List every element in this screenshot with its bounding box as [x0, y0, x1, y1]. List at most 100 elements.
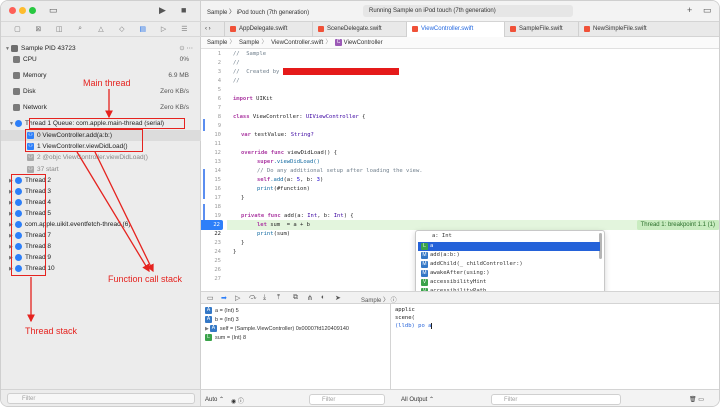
thread-row[interactable]: ▶ Thread 5 [1, 208, 201, 219]
navigator-filter-input[interactable]: Filter [7, 393, 195, 404]
jumpbar-item[interactable]: Sample [239, 40, 259, 46]
disclosure-closed-icon[interactable]: ▶ [9, 264, 15, 275]
debug-breadcrumb[interactable]: Sample 〉 ⓘ [361, 295, 397, 304]
code-text: , b: [300, 177, 317, 183]
view-hierarchy-icon[interactable]: ⧉ [293, 294, 298, 302]
argument-icon: A [209, 325, 217, 333]
project-navigator-icon[interactable]: ▢ [12, 25, 22, 33]
breakpoints-toggle-icon[interactable]: ➡ [221, 294, 227, 302]
step-out-icon[interactable]: ⤒ [277, 294, 280, 302]
tab-label: AppDelegate.swift [239, 26, 288, 32]
gauge-cpu[interactable]: CPU 0% [1, 54, 201, 65]
test-navigator-icon[interactable]: ◇ [117, 25, 127, 33]
tab-appdelegate[interactable]: AppDelegate.swift [225, 22, 313, 37]
tab-viewcontroller[interactable]: ViewController.swift [407, 22, 505, 37]
device-label: iPod touch (7th generation) [236, 10, 310, 16]
variable-row[interactable]: Lsum = (Int) 8 [205, 334, 246, 343]
zoom-window-button[interactable] [29, 7, 36, 14]
scheme-selector[interactable]: Sample 〉 iPod touch (7th generation) [207, 7, 309, 16]
thread-row[interactable]: ▶ Thread 3 [1, 186, 201, 197]
continue-icon[interactable]: ▷ [235, 294, 240, 302]
variables-scope-selector[interactable]: Auto ⌃ [205, 396, 224, 403]
quick-look-icon[interactable]: ◉ ⓘ [231, 396, 244, 405]
stack-frame-row[interactable]: ⚇ 0 ViewController.add(a:b:) [1, 130, 201, 141]
run-icon[interactable]: ▶ [159, 5, 166, 15]
thread-row-main[interactable]: ▼ Thread 1 Queue: com.apple.main-thread (… [1, 118, 201, 129]
argument-icon: A [205, 307, 212, 315]
variable-row[interactable]: ▶ Aself = (Sample.ViewController) 0x00007… [205, 325, 349, 334]
process-row[interactable]: ▼ Sample PID 43723 ⊙ ⋯ [1, 43, 201, 54]
minimize-window-button[interactable] [19, 7, 26, 14]
completion-item[interactable]: Madd(a:b:) [418, 251, 600, 260]
memory-gauge-icon [13, 71, 20, 79]
jumpbar-item[interactable]: Sample [207, 40, 227, 46]
thread-row[interactable]: ▶ Thread 8 [1, 241, 201, 252]
jumpbar-item[interactable]: ViewController.swift [271, 40, 323, 46]
completion-item[interactable]: VaccessibilityHint [418, 278, 600, 287]
variables-filter-input[interactable]: Filter [309, 394, 385, 405]
variable-row[interactable]: Ab = (Int) 3 [205, 316, 239, 325]
split-view-icon[interactable]: ▭ [703, 5, 712, 16]
completion-item[interactable]: La [418, 242, 600, 251]
thread-row[interactable]: ▶ Thread 10 [1, 263, 201, 274]
disclosure-open-icon[interactable]: ▼ [9, 119, 15, 130]
tab-samplefile[interactable]: SampleFile.swift [505, 22, 579, 37]
jumpbar-item[interactable]: ViewController [344, 40, 383, 46]
code-comment: // Created by [233, 69, 280, 75]
memory-graph-icon[interactable]: ⋔ [307, 294, 313, 302]
hide-debug-area-icon[interactable]: ▭ [207, 294, 214, 302]
variable-row[interactable]: Aa = (Int) 5 [205, 307, 239, 316]
tab-newsimplefile[interactable]: NewSimpleFile.swift [579, 22, 719, 37]
swift-file-icon [230, 26, 236, 32]
code-text: sum = a + b [266, 222, 310, 228]
simulate-location-icon[interactable]: ➤ [335, 294, 341, 302]
console-prompt-line[interactable]: (lldb) po a [395, 322, 433, 330]
thread-row[interactable]: ▶ Thread 2 [1, 175, 201, 186]
symbol-navigator-icon[interactable]: ◫ [54, 25, 64, 33]
stack-frame-row[interactable]: ⚇ 37 start [1, 164, 201, 175]
code-text: ViewController: [249, 114, 306, 120]
console-output[interactable]: applic scene( (lldb) po a [391, 304, 719, 389]
step-into-icon[interactable]: ⤓ [263, 294, 266, 302]
close-window-button[interactable] [9, 7, 16, 14]
process-options-icons[interactable]: ⊙ ⋯ [179, 43, 193, 54]
find-navigator-icon[interactable]: ⌕ [75, 25, 85, 33]
debug-navigator-icon[interactable]: ▤ [138, 25, 148, 33]
gauge-network[interactable]: Network Zero KB/s [1, 102, 201, 113]
completion-item[interactable]: MawakeAfter(using:) [418, 269, 600, 278]
add-icon[interactable]: + [687, 5, 692, 15]
source-control-icon[interactable]: ⊠ [33, 25, 43, 33]
variables-view[interactable]: Aa = (Int) 5 Ab = (Int) 3 ▶ Aself = (Samp… [201, 304, 391, 389]
thread-row[interactable]: ▶ com.apple.uikit.eventfetch-thread (6) [1, 219, 201, 230]
stack-frame-row[interactable]: ⚇ 1 ViewController.viewDidLoad() [1, 141, 201, 152]
thread-row[interactable]: ▶ Thread 4 [1, 197, 201, 208]
source-editor[interactable]: 1 2 3 4 5 6 7 8 9 10 11 12 13 14 15 16 1… [201, 49, 719, 313]
line-number-gutter[interactable]: 1 2 3 4 5 6 7 8 9 10 11 12 13 14 15 16 1… [201, 49, 227, 289]
stop-icon[interactable]: ■ [181, 5, 186, 15]
code-text: viewDidLoad() { [284, 150, 338, 156]
completion-text: a [430, 243, 434, 249]
completion-item[interactable]: MaddChild(_ childController:) [418, 260, 600, 269]
issue-navigator-icon[interactable]: △ [96, 25, 106, 33]
console-trash-icon[interactable]: 🗑 ▭ [689, 396, 704, 403]
thread-row[interactable]: ▶ Thread 7 [1, 230, 201, 241]
breakpoint-navigator-icon[interactable]: ▷ [159, 25, 169, 33]
console-line: scene( [395, 315, 415, 321]
console-output-selector[interactable]: All Output ⌃ [401, 396, 434, 403]
report-navigator-icon[interactable]: ☰ [179, 25, 189, 33]
tab-label: ViewController.swift [421, 26, 474, 32]
code-line: } [233, 249, 237, 255]
code-line: print(#function) [257, 184, 310, 194]
disclosure-closed-icon[interactable]: ▶ [205, 326, 209, 332]
code-keyword: var [241, 132, 251, 138]
thread-row[interactable]: ▶ Thread 9 [1, 252, 201, 263]
step-over-icon[interactable]: ⤼ [249, 294, 256, 302]
console-filter-input[interactable]: Filter [491, 394, 621, 405]
stack-frame-row[interactable]: ⚇ 2 @objc ViewController.viewDidLoad() [1, 152, 201, 163]
tab-scenedelegate[interactable]: SceneDelegate.swift [313, 22, 407, 37]
breakpoint-badge[interactable]: Thread 1: breakpoint 1.1 (1) [636, 220, 719, 230]
tab-nav-arrows[interactable]: ‹ › [201, 22, 225, 37]
sidebar-toggle-icon[interactable]: ▭ [49, 5, 58, 15]
environment-overrides-icon[interactable]: ◐ [321, 294, 325, 301]
scope-label: Auto [205, 397, 218, 403]
